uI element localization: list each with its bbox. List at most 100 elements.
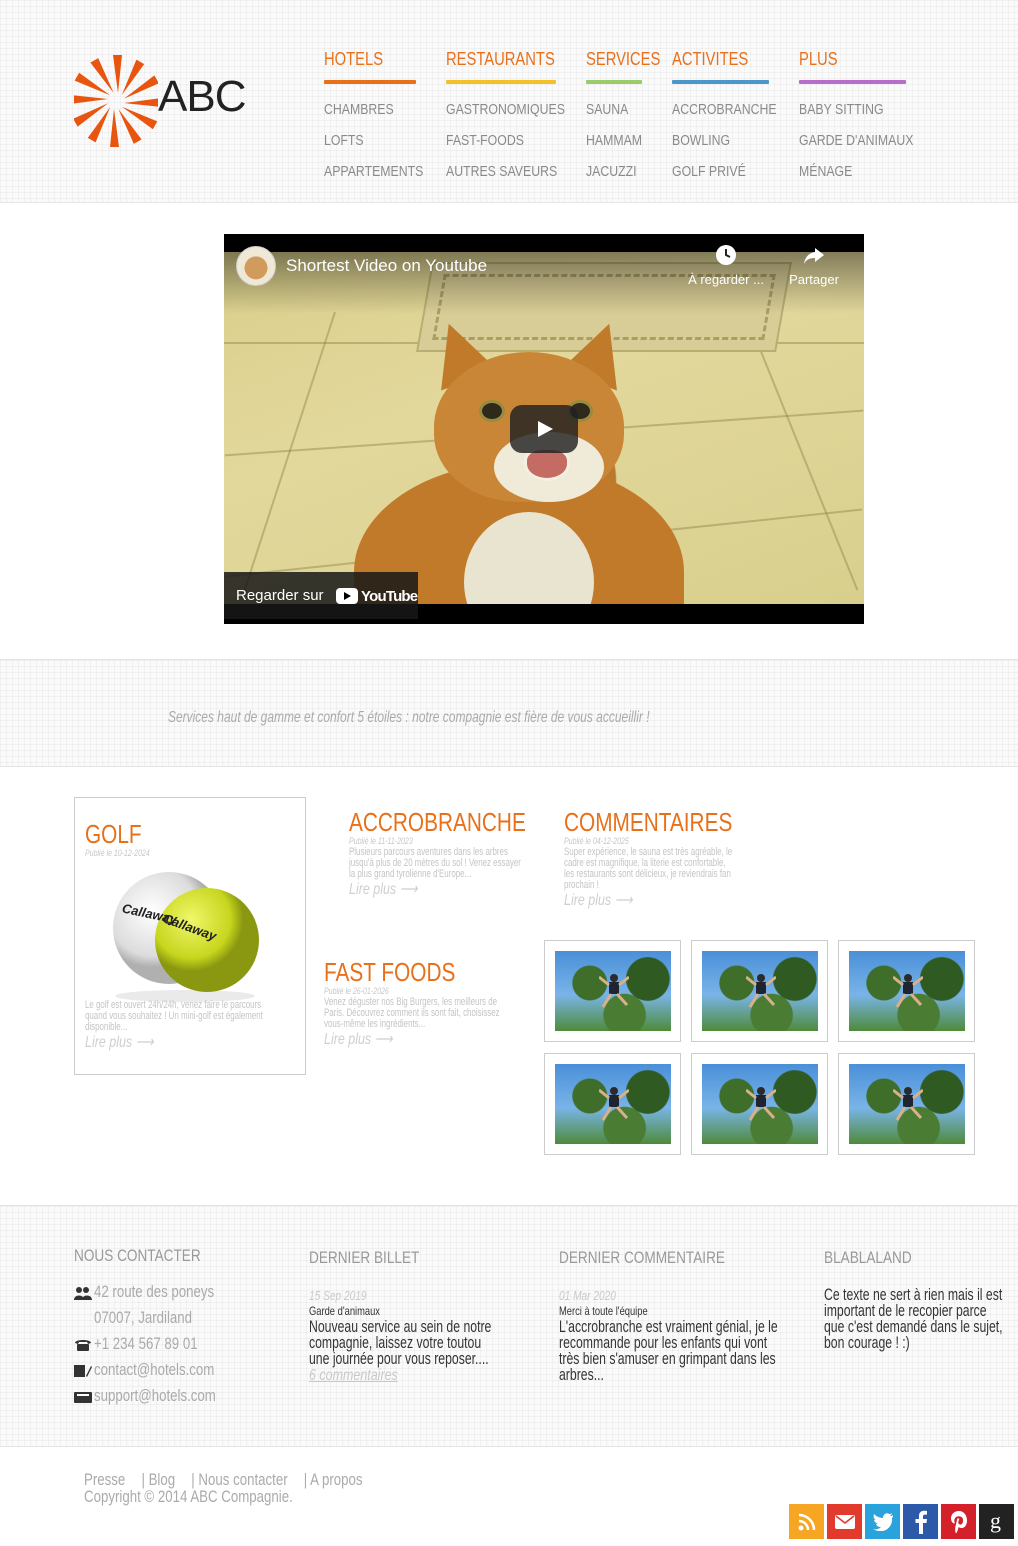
logo[interactable]: ABC [70, 54, 249, 148]
nav-item-gastronomiques[interactable]: GASTRONOMIQUES [446, 94, 565, 125]
read-more-link[interactable]: Lire plus ⟶ [85, 1033, 233, 1053]
nav-item-bowling[interactable]: BOWLING [672, 125, 752, 156]
email-button[interactable] [827, 1504, 862, 1539]
youtube-play-icon [336, 588, 358, 604]
youtube-video-embed[interactable]: Shortest Video on Youtube À regarder ...… [224, 234, 864, 624]
floor-tile-line [744, 311, 859, 591]
gallery-thumbnail[interactable] [544, 1053, 681, 1155]
arrow-right-icon: ⟶ [135, 1034, 154, 1051]
nav-underline [586, 80, 642, 84]
nav-item-sauna[interactable]: SAUNA [586, 94, 632, 125]
nav-item-accrobranche[interactable]: ACCROBRANCHE [672, 94, 777, 125]
link-a-propos[interactable]: | A propos [304, 1470, 363, 1489]
gallery-thumbnail[interactable] [544, 940, 681, 1042]
contact-address-line1: 42 route des poneys [94, 1282, 215, 1301]
pinterest-button[interactable] [941, 1504, 976, 1539]
last-post-text: Nouveau service au sein de notre compagn… [309, 1317, 492, 1368]
nav-services: SERVICES SAUNA HAMMAM JACUZZI [586, 46, 660, 187]
logo-sun-icon [70, 55, 162, 147]
accrobranche-photo [849, 951, 965, 1031]
last-post-date: 15 Sep 2019 [309, 1288, 367, 1303]
post-excerpt: Super expérience, le sauna est très agré… [564, 846, 733, 891]
nav-item-lofts[interactable]: LOFTS [324, 125, 399, 156]
contact-email[interactable]: contact@hotels.com [94, 1360, 214, 1380]
post-excerpt: Le golf est ouvert 24h/24h, venez faire … [85, 999, 263, 1033]
climber-figure [893, 1087, 923, 1121]
contact-phone[interactable]: +1 234 567 89 01 [94, 1334, 198, 1354]
fastfoods-post: FAST FOODS Publié le 26-01-2026 Venez dé… [324, 958, 504, 1050]
nav-underline [324, 80, 416, 84]
nav-heading-hotels[interactable]: HOTELS [324, 46, 399, 72]
twitter-button[interactable] [865, 1504, 900, 1539]
nav-restaurants: RESTAURANTS GASTRONOMIQUES FAST-FOODS AU… [446, 46, 565, 187]
nav-item-autres-saveurs[interactable]: AUTRES SAVEURS [446, 156, 557, 187]
read-more-link[interactable]: Lire plus ⟶ [349, 880, 489, 900]
copyright: Copyright © 2014 ABC Compagnie. [84, 1487, 293, 1506]
last-comment-text: L'accrobranche est vraiment génial, je l… [559, 1317, 778, 1384]
accrobranche-photo [849, 1064, 965, 1144]
read-more-label: Lire plus [324, 1031, 372, 1048]
read-more-link[interactable]: Lire plus ⟶ [324, 1030, 464, 1050]
nav-heading-activites[interactable]: ACTIVITES [672, 46, 752, 72]
svg-text:g: g [990, 1510, 1001, 1533]
post-title[interactable]: FAST FOODS [324, 958, 468, 986]
accrobranche-photo [555, 951, 671, 1031]
nav-heading-services[interactable]: SERVICES [586, 46, 660, 72]
facebook-icon [915, 1510, 927, 1534]
accrobranche-post: ACCROBRANCHE Publié le 11-11-2023 Plusie… [349, 808, 529, 900]
share-button[interactable]: Partager [769, 244, 859, 287]
youtube-logo-text: YouTube [361, 587, 418, 605]
gallery-thumbnail[interactable] [691, 1053, 828, 1155]
nav-heading-plus[interactable]: PLUS [799, 46, 887, 72]
climber-figure [746, 974, 776, 1008]
gallery-thumbnail[interactable] [838, 1053, 975, 1155]
nav-item-chambres[interactable]: CHAMBRES [324, 94, 399, 125]
email-icon [834, 1514, 855, 1529]
nav-item-menage[interactable]: MÉNAGE [799, 156, 887, 187]
footer-heading-last-comment: DERNIER COMMENTAIRE [559, 1248, 725, 1267]
channel-avatar[interactable] [236, 246, 276, 286]
nav-underline [446, 80, 556, 84]
video-title[interactable]: Shortest Video on Youtube [286, 256, 487, 276]
google-icon: g [990, 1510, 1001, 1533]
people-icon [74, 1287, 92, 1300]
last-post-comments-link[interactable]: 6 commentaires [309, 1367, 398, 1385]
rss-button[interactable] [789, 1504, 824, 1539]
read-more-link[interactable]: Lire plus ⟶ [564, 891, 704, 911]
nav-item-fast-foods[interactable]: FAST-FOODS [446, 125, 536, 156]
post-title[interactable]: ACCROBRANCHE [349, 808, 526, 836]
post-excerpt: Plusieurs parcours aventures dans les ar… [349, 846, 521, 880]
nav-underline [672, 80, 769, 84]
play-button[interactable] [510, 405, 578, 453]
last-comment-title[interactable]: Merci à toute l'équipe [559, 1304, 648, 1318]
watch-later-label: À regarder ... [688, 272, 764, 287]
nav-heading-restaurants[interactable]: RESTAURANTS [446, 46, 555, 72]
nav-item-baby-sitting[interactable]: BABY SITTING [799, 94, 887, 125]
golf-post-body: Le golf est ouvert 24h/24h, venez faire … [85, 1000, 275, 1053]
google-button[interactable]: g [979, 1504, 1014, 1539]
climber-figure [893, 974, 923, 1008]
contact-card-icon [74, 1365, 92, 1377]
nav-item-garde-animaux[interactable]: GARDE D'ANIMAUX [799, 125, 913, 156]
gallery-thumbnail[interactable] [838, 940, 975, 1042]
nav-item-hammam[interactable]: HAMMAM [586, 125, 642, 156]
post-title[interactable]: COMMENTAIRES [564, 808, 732, 836]
last-post-title[interactable]: Garde d'animaux [309, 1304, 380, 1318]
nav-activites: ACTIVITES ACCROBRANCHE BOWLING GOLF PRIV… [672, 46, 777, 187]
post-title[interactable]: GOLF [85, 820, 151, 848]
tagline-band: Services haut de gamme et confort 5 étoi… [0, 659, 1018, 767]
share-label: Partager [789, 272, 839, 287]
nav-item-jacuzzi[interactable]: JACUZZI [586, 156, 637, 187]
support-email[interactable]: support@hotels.com [94, 1386, 216, 1406]
watch-later-button[interactable]: À regarder ... [681, 244, 771, 287]
post-excerpt: Venez déguster nos Big Burgers, les meil… [324, 996, 500, 1030]
watch-on-youtube-button[interactable]: Regarder sur YouTube [224, 572, 418, 619]
facebook-button[interactable] [903, 1504, 938, 1539]
arrow-right-icon: ⟶ [374, 1031, 393, 1048]
nav-item-appartements[interactable]: APPARTEMENTS [324, 156, 423, 187]
gallery-thumbnail[interactable] [691, 940, 828, 1042]
last-comment-date: 01 Mar 2020 [559, 1288, 616, 1303]
nav-item-golf-prive[interactable]: GOLF PRIVÉ [672, 156, 752, 187]
nav-hotels: HOTELS CHAMBRES LOFTS APPARTEMENTS [324, 46, 423, 187]
footer-band: NOUS CONTACTER 42 route des poneys 07007… [0, 1205, 1018, 1447]
